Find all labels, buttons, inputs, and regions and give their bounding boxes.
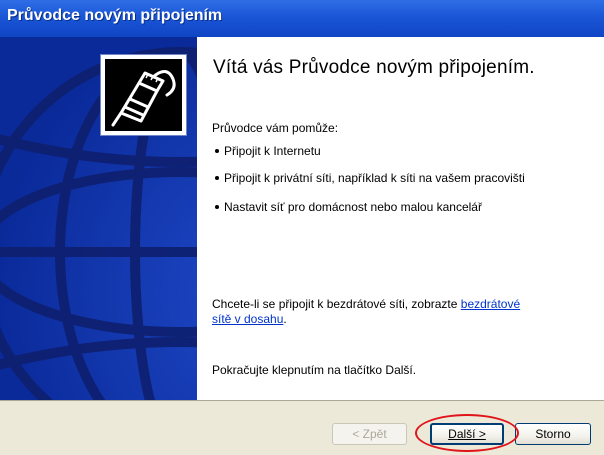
back-button-label: < Zpět [352,427,387,441]
cancel-button[interactable]: Storno [515,423,591,445]
network-cable-icon [105,59,182,131]
content-panel: Vítá vás Průvodce novým připojením. Prův… [197,37,604,400]
side-panel [0,37,197,400]
list-item: Připojit k Internetu [212,144,582,159]
button-bar: < Zpět Další > Storno [0,400,604,455]
wireless-text-end: . [283,312,287,326]
title-bar: Průvodce novým připojením [0,0,604,38]
wireless-hint: Chcete-li se připojit k bezdrátové síti,… [212,297,542,327]
continue-instruction: Pokračujte klepnutím na tlačítko Další. [212,363,417,377]
next-button-label: Další > [448,427,486,441]
feature-list: Připojit k Internetu Připojit k privátní… [212,144,582,225]
list-item: Nastavit síť pro domácnost nebo malou ka… [212,200,582,215]
list-item: Připojit k privátní síti, například k sí… [212,171,582,186]
page-title: Vítá vás Průvodce novým připojením. [213,57,535,78]
back-button[interactable]: < Zpět [332,423,407,445]
next-button[interactable]: Další > [430,423,504,445]
cancel-button-label: Storno [535,427,571,441]
window-title: Průvodce novým připojením [7,7,223,24]
wireless-text: Chcete-li se připojit k bezdrátové síti,… [212,297,461,311]
intro-text: Průvodce vám pomůže: [212,121,339,135]
wizard-icon-box [100,54,187,136]
